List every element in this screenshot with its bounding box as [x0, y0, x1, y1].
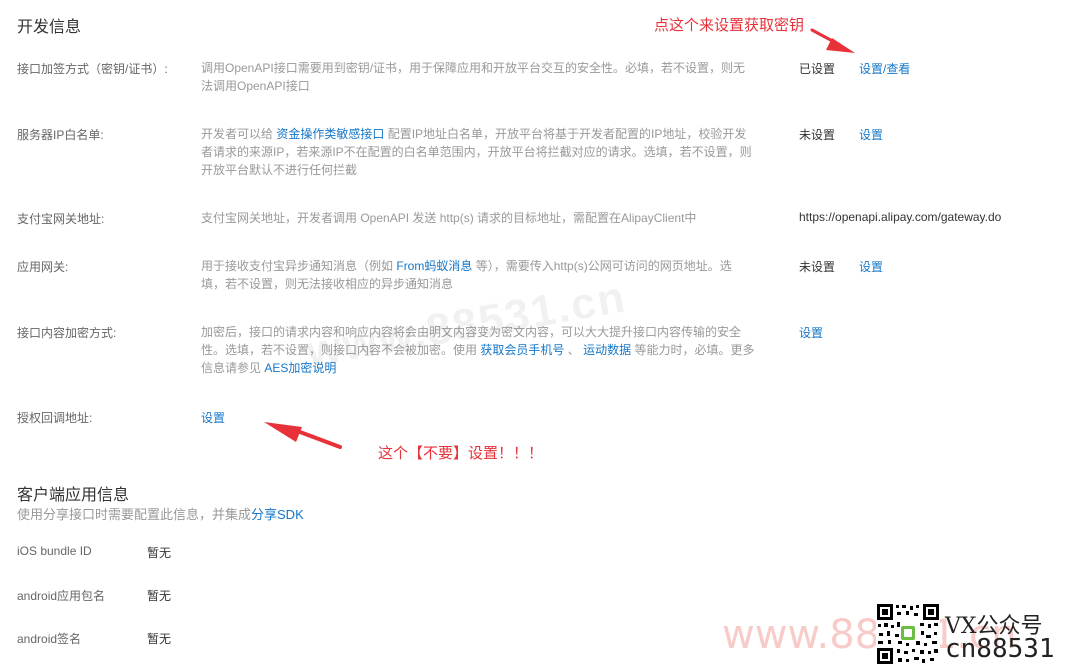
ios-bundle-value: 暂无: [147, 546, 172, 560]
android-package-label: android应用包名: [17, 589, 106, 603]
ios-bundle-label: iOS bundle ID: [17, 544, 92, 558]
qr-code-image: [876, 603, 940, 665]
arrow-bottom: [264, 422, 342, 449]
share-sdk-link[interactable]: 分享SDK: [251, 507, 304, 522]
android-package-value: 暂无: [147, 589, 172, 603]
arrow-top: [810, 28, 855, 53]
android-signature-label: android签名: [17, 632, 82, 646]
android-signature-value: 暂无: [147, 632, 172, 646]
wechat-brand-line2: cn88531: [945, 634, 1055, 664]
client-info-title: 客户端应用信息: [17, 487, 130, 504]
client-info-subtitle: 使用分享接口时需要配置此信息，并集成分享SDK: [17, 504, 304, 523]
subtitle-text: 使用分享接口时需要配置此信息，并集成: [17, 507, 252, 522]
